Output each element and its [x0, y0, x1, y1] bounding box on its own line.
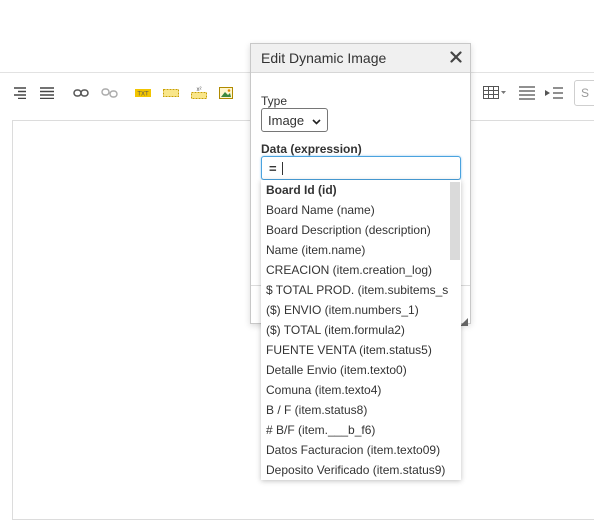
autocomplete-item[interactable]: Board Name (name) — [261, 200, 449, 220]
autocomplete-item[interactable]: Name (item.name) — [261, 240, 449, 260]
dropdown-scrollbar[interactable] — [449, 180, 461, 480]
table-icon[interactable] — [483, 85, 507, 101]
align-right-icon[interactable] — [12, 85, 26, 101]
chevron-down-icon — [312, 113, 321, 128]
data-expression-label: Data (expression) — [261, 142, 362, 156]
dialog-header: Edit Dynamic Image — [251, 44, 470, 73]
autocomplete-item[interactable]: ($) ENVIO (item.numbers_1) — [261, 300, 449, 320]
data-expression-input[interactable]: = — [261, 156, 461, 180]
autocomplete-item[interactable]: ($) TOTAL (item.formula2) — [261, 320, 449, 340]
text-field-icon[interactable]: TXT — [135, 85, 151, 101]
dialog-title: Edit Dynamic Image — [261, 50, 387, 66]
image-icon[interactable] — [219, 85, 233, 101]
type-label: Type — [261, 94, 288, 108]
unlink-icon[interactable] — [101, 85, 119, 101]
autocomplete-item[interactable]: # B/F (item.___b_f6) — [261, 420, 449, 440]
autocomplete-item[interactable]: Detalle Envio (item.texto0) — [261, 360, 449, 380]
toolbar-search-input[interactable]: S — [574, 80, 594, 106]
justify-icon[interactable] — [40, 85, 54, 101]
autocomplete-item[interactable]: B / F (item.status8) — [261, 400, 449, 420]
close-icon[interactable] — [448, 49, 464, 65]
autocomplete-item[interactable]: Board Description (description) — [261, 220, 449, 240]
autocomplete-item[interactable]: Datos Facturacion (item.texto09) — [261, 440, 449, 460]
resize-grip-icon[interactable] — [460, 313, 468, 326]
svg-text:TXT: TXT — [137, 92, 149, 98]
horizontal-rule-icon[interactable] — [519, 85, 535, 101]
autocomplete-item[interactable]: CREACION (item.creation_log) — [261, 260, 449, 280]
autocomplete-item[interactable]: FUENTE VENTA (item.status5) — [261, 340, 449, 360]
dynamic-field-icon[interactable]: x² — [191, 85, 207, 101]
link-icon[interactable] — [73, 85, 89, 101]
autocomplete-dropdown: Board Id (id) Board Name (name) Board De… — [261, 180, 461, 480]
autocomplete-list: Board Id (id) Board Name (name) Board De… — [261, 180, 449, 480]
dashed-field-icon[interactable] — [163, 85, 179, 101]
indent-icon[interactable] — [545, 85, 563, 101]
autocomplete-item[interactable]: $ TOTAL PROD. (item.subitems_s — [261, 280, 449, 300]
type-select-value: Image — [268, 112, 305, 128]
autocomplete-item[interactable]: Comuna (item.texto4) — [261, 380, 449, 400]
dropdown-scrollbar-thumb[interactable] — [450, 182, 460, 260]
data-expression-value: = — [269, 161, 281, 176]
text-caret — [282, 162, 284, 175]
autocomplete-item[interactable]: Board Id (id) — [261, 180, 449, 200]
type-select[interactable]: Image — [261, 108, 328, 132]
autocomplete-item[interactable]: Deposito Verificado (item.status9) — [261, 460, 449, 480]
